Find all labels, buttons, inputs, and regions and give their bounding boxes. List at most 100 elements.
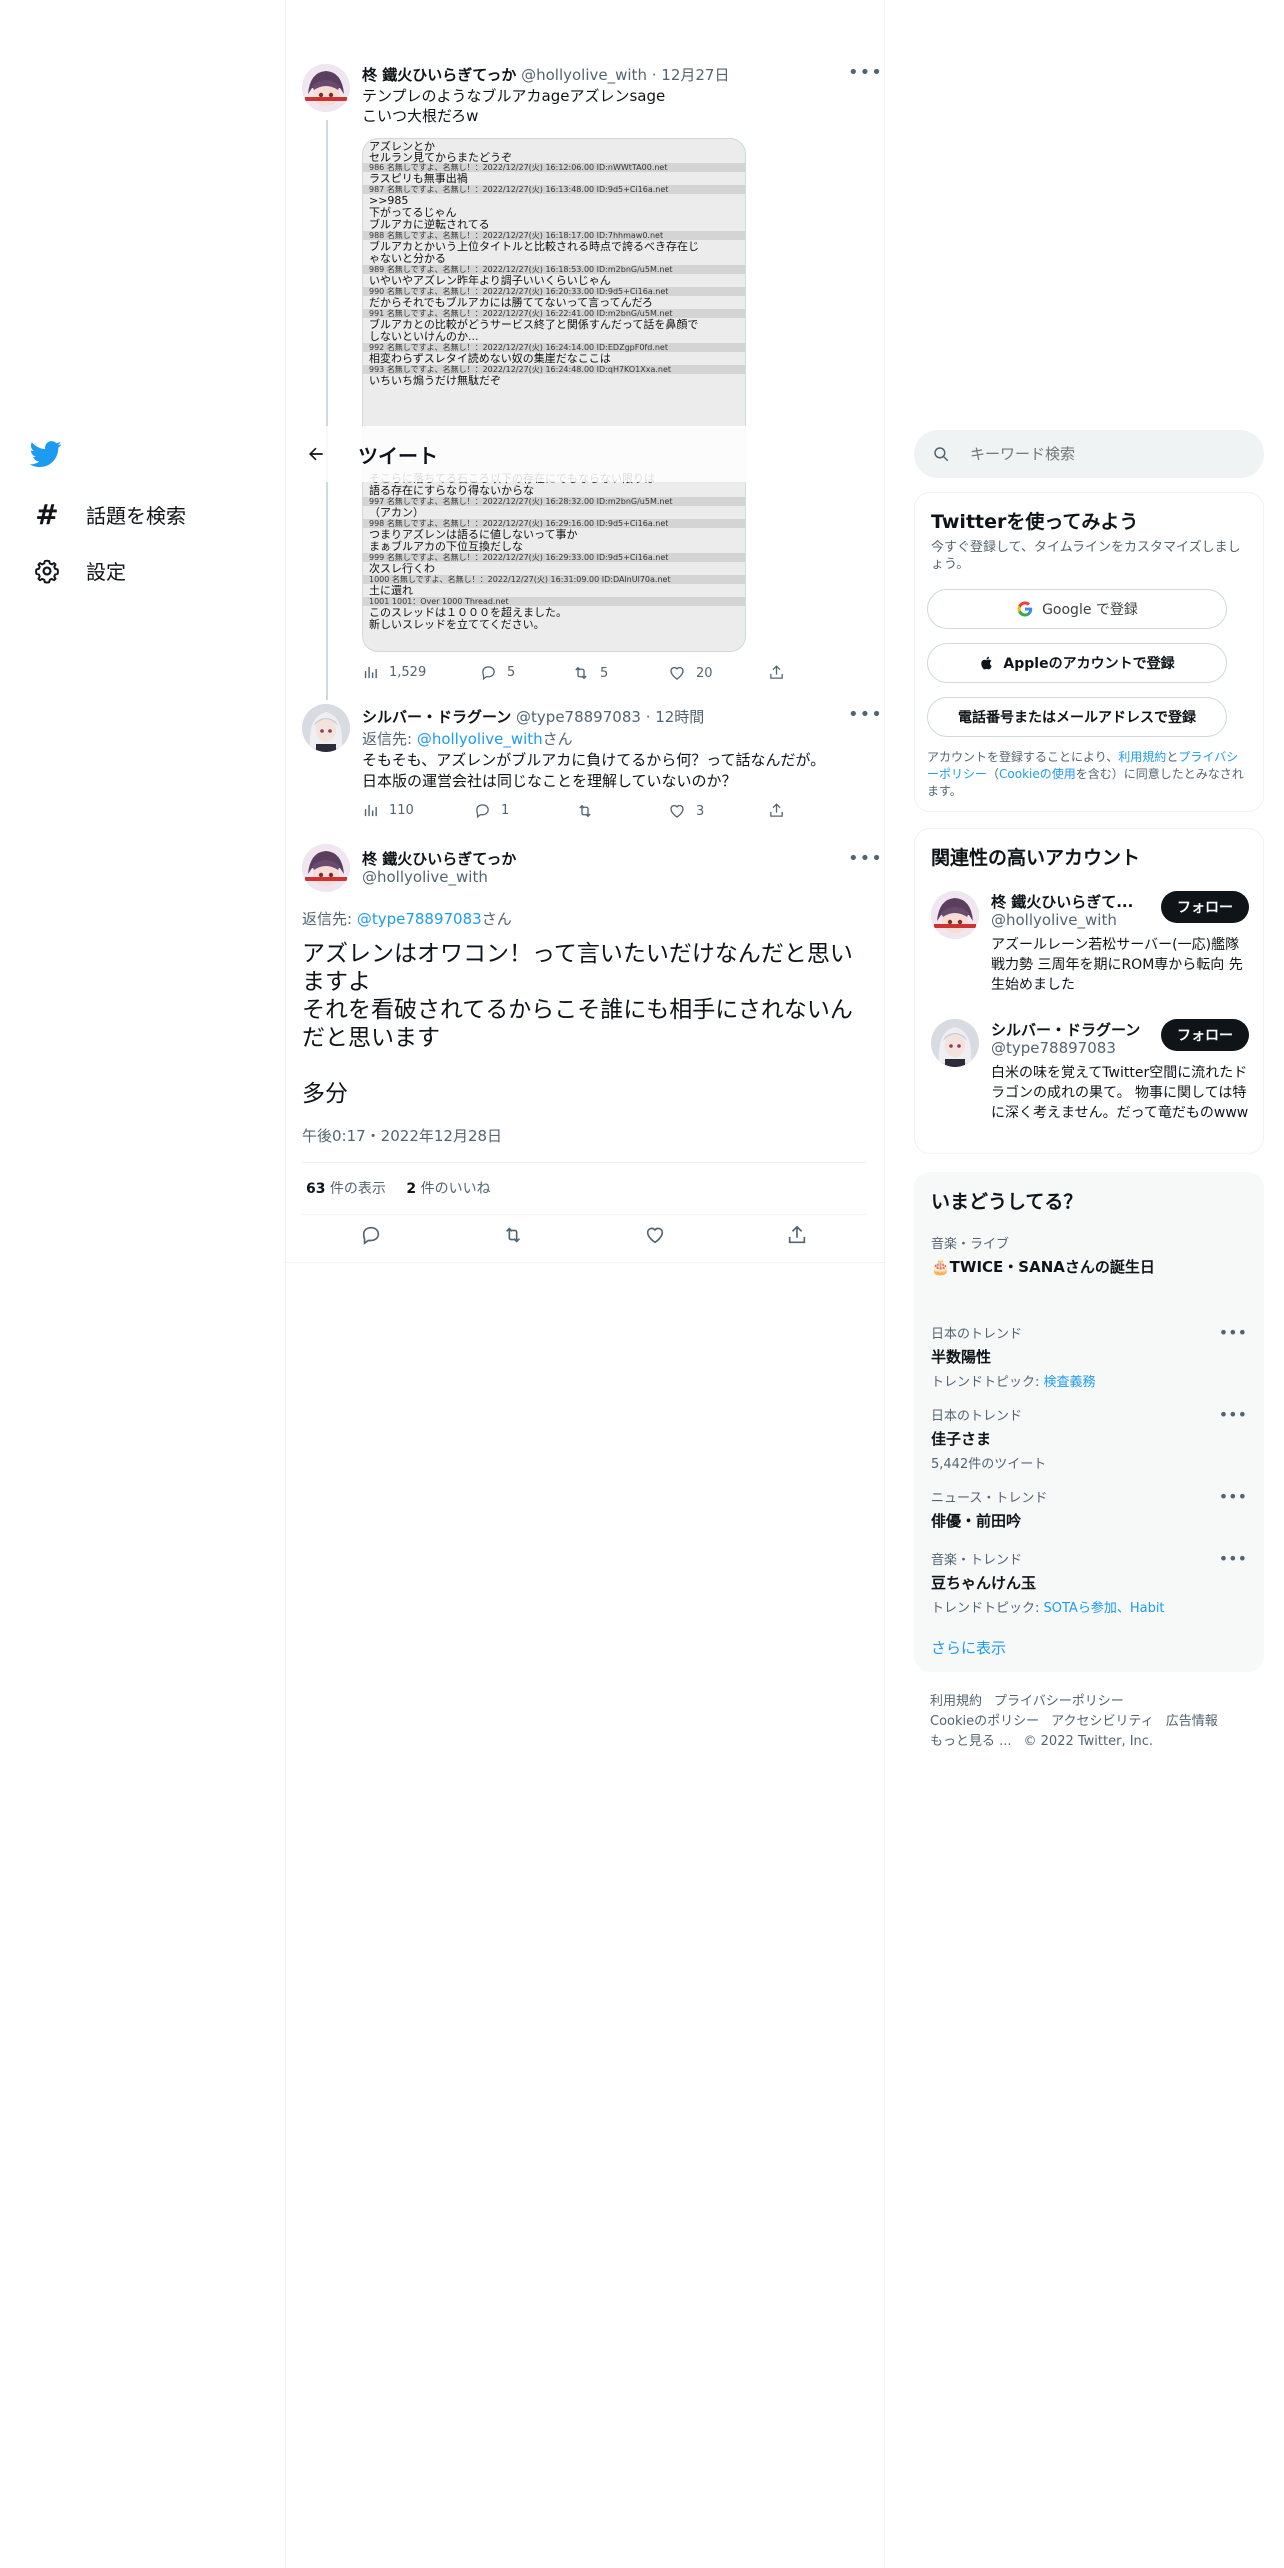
tweet-time[interactable]: · 12時間 [646, 708, 705, 726]
search-icon [934, 447, 949, 462]
sticky-header: ツイート [286, 426, 884, 482]
trend-item[interactable]: 日本のトレンド 半数陽性 トレンドトピック: 検査義務 ••• [931, 1323, 1247, 1390]
twitter-logo[interactable] [29, 438, 66, 474]
tweet-text-line: こいつ大根だろw [362, 107, 479, 125]
phone-signup-button[interactable]: 電話番号またはメールアドレスで登録 [927, 697, 1227, 737]
reply-suffix: さん [542, 730, 573, 748]
screenshot-text-line: つまりアズレンは語るに値しないって事か [369, 528, 578, 541]
trend-topic-link[interactable]: SOTAら参加、Habit [1044, 1601, 1165, 1616]
display-name[interactable]: 柊 鐵火ひいらぎてっか [362, 66, 516, 84]
avatar[interactable] [302, 64, 350, 112]
page: # 話題を検索 設定 柊 鐵火ひいらぎてっか @hollyolive_with … [0, 0, 1284, 2568]
views-button[interactable]: 110 [362, 802, 414, 819]
share-icon [770, 803, 783, 817]
reply-button[interactable]: 5 [480, 664, 515, 681]
related-name[interactable]: 柊 鐵火ひいらぎて... [991, 891, 1133, 912]
tweet-image[interactable]: アズレンとか セルラン見てからまたどうぞ 986 名無しですよ、名無し！：2022/… [362, 138, 746, 652]
terms-link[interactable]: 利用規約 [1118, 750, 1166, 764]
reply-button[interactable]: 1 [474, 802, 509, 819]
footer-more-link[interactable]: もっと見る ... [930, 1734, 1012, 1749]
reply-prefix: 返信先: [302, 910, 357, 928]
footer-accessibility-link[interactable]: アクセシビリティ [1051, 1714, 1154, 1729]
retweet-button[interactable]: 5 [572, 664, 608, 682]
search-box[interactable] [914, 430, 1264, 478]
trend-topic-label: トレンドトピック: [931, 1601, 1044, 1616]
signup-card: Twitterを使ってみよう 今すぐ登録して、タイムラインをカスタマイズしましょ… [914, 492, 1264, 812]
screenshot-text-line: ブルアカとかいう上位タイトルと比較される時点で誇るべき存在じ [369, 240, 699, 253]
avatar[interactable] [302, 844, 350, 892]
footer-cookie-link[interactable]: Cookieのポリシー [930, 1714, 1039, 1729]
follow-button[interactable]: フォロー [1161, 891, 1249, 923]
display-name[interactable]: 柊 鐵火ひいらぎてっか [362, 848, 516, 869]
related-account[interactable]: 柊 鐵火ひいらぎて... @hollyolive_with フォロー アズールレ… [915, 887, 1265, 1015]
user-handle[interactable]: @hollyolive_with [521, 66, 647, 84]
more-icon[interactable]: ••• [848, 704, 883, 725]
apple-signup-button[interactable]: Appleのアカウントで登録 [927, 643, 1227, 683]
views-stat[interactable]: 63 件の表示 [306, 1181, 386, 1197]
avatar[interactable] [302, 704, 350, 752]
trend-item[interactable]: 日本のトレンド 佳子さま 5,442件のツイート ••• [931, 1405, 1247, 1472]
reply-to-link[interactable]: @hollyolive_with [417, 730, 543, 748]
trend-item[interactable]: ニュース・トレンド 俳優・前田吟 ••• [931, 1487, 1247, 1531]
retweet-button[interactable] [502, 1224, 524, 1250]
show-more-link[interactable]: さらに表示 [931, 1637, 1006, 1658]
follow-button[interactable]: フォロー [1161, 1019, 1249, 1051]
share-button[interactable] [768, 664, 785, 681]
like-button[interactable]: 20 [668, 664, 713, 682]
avatar[interactable] [931, 891, 979, 939]
back-arrow-icon[interactable] [302, 440, 330, 468]
footer-privacy-link[interactable]: プライバシーポリシー [994, 1694, 1124, 1709]
tweet-text-line: それを看破されてるからこそ誰にも相手にされないんだと思います [302, 997, 853, 1051]
page-title: ツイート [358, 443, 438, 468]
share-button[interactable] [768, 802, 785, 819]
tweet-text-line: 多分 [302, 1081, 348, 1107]
footer-terms-link[interactable]: 利用規約 [930, 1694, 982, 1709]
trend-topic-link[interactable]: 検査義務 [1044, 1375, 1096, 1390]
twitter-bird-icon [29, 441, 62, 468]
like-count: 20 [696, 665, 713, 681]
more-icon[interactable]: ••• [1219, 1487, 1247, 1506]
trend-item[interactable]: 音楽・ライブ 🎂TWICE・SANAさんの誕生日 [931, 1233, 1247, 1277]
screenshot-text-line: いちいち煽うだけ無駄だぞ [369, 374, 501, 387]
reply-count: 1 [501, 803, 510, 818]
nav-explore[interactable]: # 話題を検索 [32, 498, 186, 531]
screenshot-post-meta: 990 名無しですよ、名無し！：2022/12/27(火) 16:20:33.0… [369, 287, 669, 296]
more-icon[interactable]: ••• [848, 848, 883, 869]
related-name[interactable]: シルバー・ドラグーン [991, 1019, 1140, 1040]
reply-to-link[interactable]: @type78897083 [357, 910, 482, 928]
related-handle[interactable]: @type78897083 [991, 1039, 1116, 1057]
retweet-button[interactable] [576, 802, 604, 820]
tweet-date[interactable]: · 12月27日 [652, 66, 730, 84]
cookie-link[interactable]: Cookieの使用 [999, 767, 1076, 781]
more-icon[interactable]: ••• [1219, 1405, 1247, 1424]
screenshot-post-header: 991 名無しですよ、名無し！：2022/12/27(火) 16:22:41.0… [363, 309, 745, 318]
tweet-actions: 1,529 5 5 20 [362, 664, 792, 684]
user-handle[interactable]: @type78897083 [516, 708, 641, 726]
reply-icon [362, 1226, 380, 1245]
search-input[interactable] [970, 445, 1230, 463]
tweet-timestamp[interactable]: 午後0:17・2022年12月28日 [302, 1125, 502, 1146]
hashtag-icon: # [35, 498, 59, 531]
screenshot-text-line: だからそれでもブルアカには勝ててないって言ってんだろ [369, 296, 653, 309]
likes-stat[interactable]: 2 件のいいね [406, 1181, 490, 1197]
avatar[interactable] [931, 1019, 979, 1067]
like-button[interactable]: 3 [668, 802, 704, 820]
nav-settings[interactable]: 設定 [32, 556, 126, 585]
reply-button[interactable] [360, 1224, 382, 1250]
user-handle[interactable]: @hollyolive_with [362, 868, 488, 886]
google-signup-button[interactable]: Google で登録 [927, 589, 1227, 629]
related-handle[interactable]: @hollyolive_with [991, 911, 1117, 929]
more-icon[interactable]: ••• [1219, 1549, 1247, 1568]
more-icon[interactable]: ••• [848, 62, 883, 83]
related-account[interactable]: シルバー・ドラグーン @type78897083 フォロー 白米の味を覚えてTw… [915, 1015, 1265, 1145]
more-icon[interactable]: ••• [1219, 1323, 1247, 1342]
display-name[interactable]: シルバー・ドラグーン [362, 708, 511, 726]
signup-title: Twitterを使ってみよう [931, 511, 1139, 533]
footer-ads-link[interactable]: 広告情報 [1166, 1714, 1218, 1729]
like-button[interactable] [644, 1224, 666, 1250]
share-button[interactable] [786, 1224, 808, 1250]
trend-title: 俳優・前田吟 [931, 1512, 1022, 1530]
trend-item[interactable]: 音楽・トレンド 豆ちゃんけん玉 トレンドトピック: SOTAら参加、Habit … [931, 1549, 1247, 1616]
retweet-icon [505, 1227, 521, 1243]
views-button[interactable]: 1,529 [362, 664, 426, 681]
